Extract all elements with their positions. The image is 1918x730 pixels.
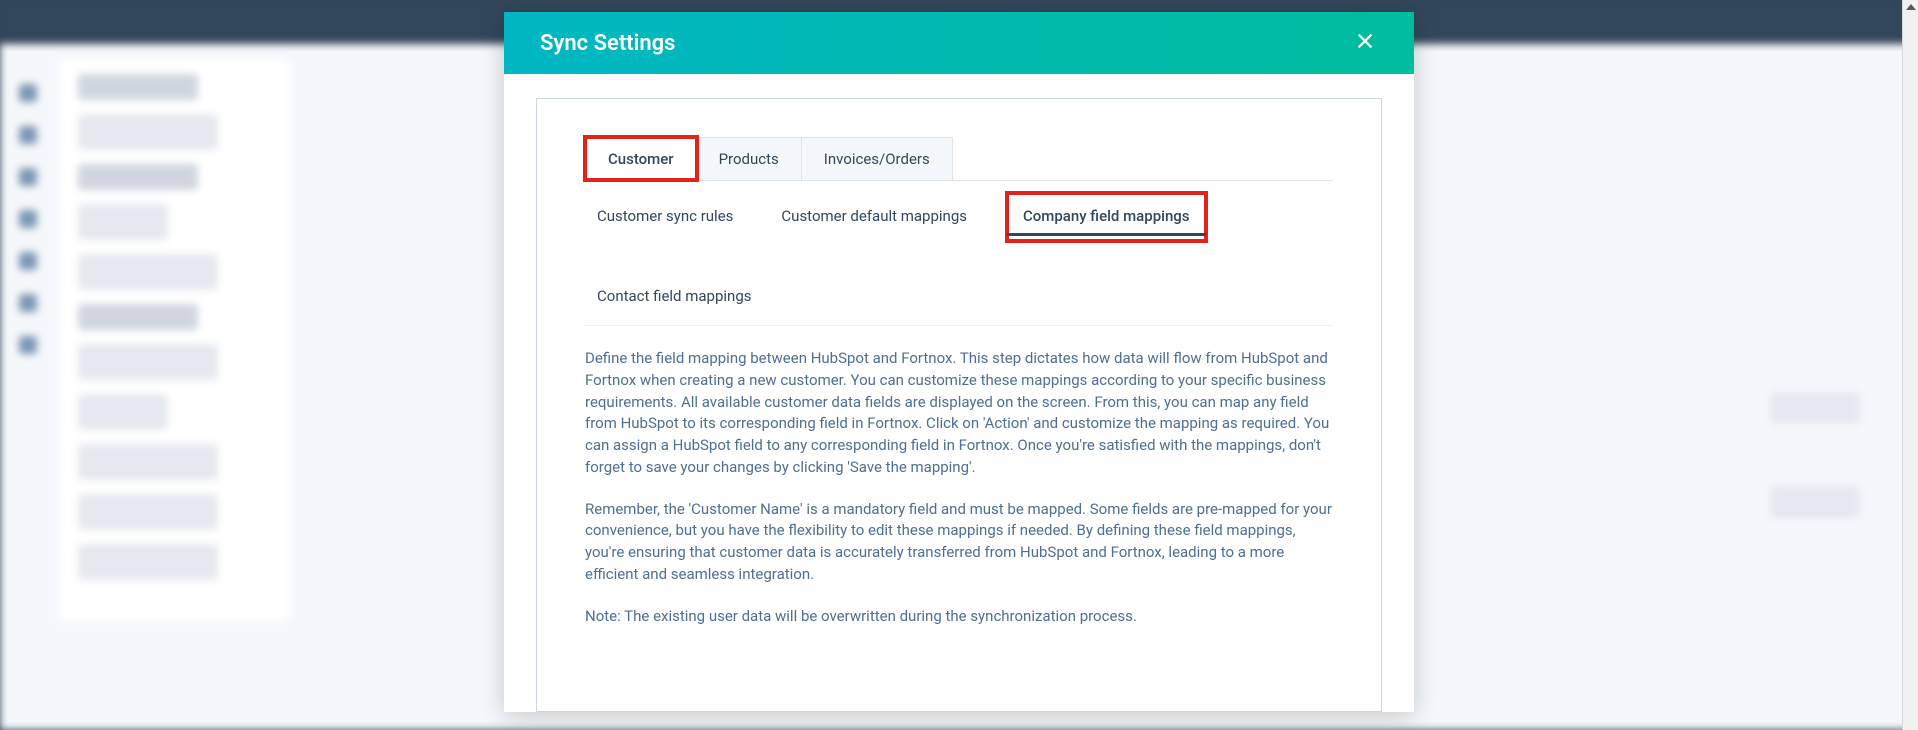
tab-invoices-orders[interactable]: Invoices/Orders [801,137,953,180]
modal-overlay: Sync Settings Customer Products Invoices… [0,0,1918,730]
description-paragraph-2: Remember, the 'Customer Name' is a manda… [585,499,1333,586]
secondary-tabs: Customer sync rules Customer default map… [585,181,1333,326]
content-frame[interactable]: Customer Products Invoices/Orders Custom… [536,98,1382,712]
subtab-customer-default-mappings[interactable]: Customer default mappings [779,199,969,235]
description-paragraph-3: Note: The existing user data will be ove… [585,606,1333,628]
description-paragraph-1: Define the field mapping between HubSpot… [585,348,1333,479]
scroll-up-icon [1906,4,1916,10]
subtab-company-field-mappings[interactable]: Company field mappings [1013,199,1200,235]
tab-products[interactable]: Products [696,137,802,180]
modal-body: Customer Products Invoices/Orders Custom… [504,74,1414,712]
subtab-customer-sync-rules[interactable]: Customer sync rules [595,199,735,235]
modal-header: Sync Settings [504,12,1414,74]
close-icon [1354,30,1376,52]
modal-title: Sync Settings [540,31,675,56]
primary-tabs: Customer Products Invoices/Orders [585,137,1333,181]
sync-settings-modal: Sync Settings Customer Products Invoices… [504,12,1414,712]
outer-scrollbar[interactable] [1902,0,1918,730]
subtab-contact-field-mappings[interactable]: Contact field mappings [595,279,754,315]
tab-customer[interactable]: Customer [585,137,697,180]
close-button[interactable] [1346,26,1384,60]
description-block: Define the field mapping between HubSpot… [585,348,1333,627]
